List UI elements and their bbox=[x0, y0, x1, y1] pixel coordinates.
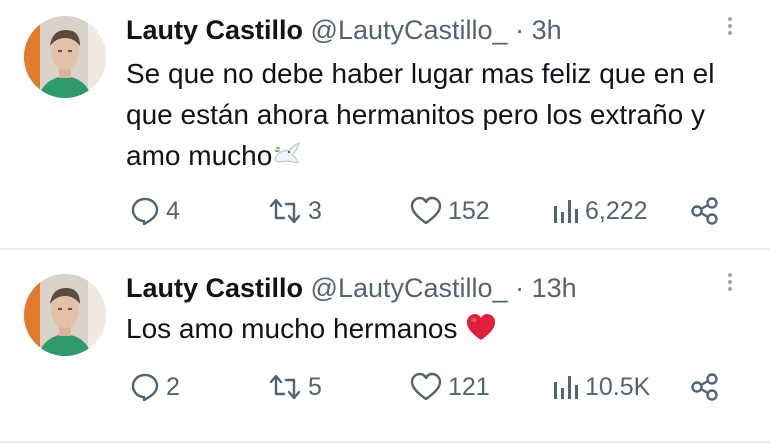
reply-icon bbox=[131, 373, 159, 402]
like-count: 121 bbox=[448, 372, 490, 401]
dove-icon bbox=[272, 139, 302, 180]
share-button[interactable] bbox=[690, 194, 720, 228]
like-button[interactable]: 152 bbox=[410, 194, 490, 228]
like-icon bbox=[410, 372, 442, 401]
like-button[interactable]: 121 bbox=[410, 370, 490, 404]
like-count: 152 bbox=[448, 196, 490, 225]
views-icon bbox=[554, 376, 578, 399]
tweet[interactable]: Lauty Castillo @LautyCastillo_ · 3h Se q… bbox=[0, 0, 770, 250]
retweet-button[interactable]: 5 bbox=[268, 370, 322, 404]
views-icon bbox=[554, 200, 578, 223]
avatar[interactable] bbox=[24, 274, 106, 356]
like-icon bbox=[410, 196, 442, 225]
separator: · bbox=[515, 273, 525, 303]
reply-count: 2 bbox=[166, 372, 180, 401]
retweet-count: 5 bbox=[308, 372, 322, 401]
share-button[interactable] bbox=[690, 370, 720, 404]
author-name[interactable]: Lauty Castillo bbox=[126, 15, 303, 45]
separator: · bbox=[515, 15, 525, 45]
action-bar: 4 3 152 6,222 bbox=[0, 194, 770, 228]
tweet-time[interactable]: 13h bbox=[532, 273, 577, 303]
retweet-icon bbox=[269, 198, 301, 224]
author-handle[interactable]: @LautyCastillo_ bbox=[311, 273, 508, 303]
action-bar: 2 5 121 10.5K bbox=[0, 370, 770, 404]
reply-icon bbox=[131, 197, 159, 226]
more-icon[interactable] bbox=[722, 14, 738, 44]
reply-button[interactable]: 4 bbox=[130, 194, 180, 228]
avatar-image bbox=[24, 16, 106, 98]
avatar-image bbox=[24, 274, 106, 356]
retweet-button[interactable]: 3 bbox=[268, 194, 322, 228]
view-count: 10.5K bbox=[585, 372, 651, 401]
tweet-text: Se que no debe haber lugar mas feliz que… bbox=[126, 53, 736, 180]
retweet-count: 3 bbox=[308, 196, 322, 225]
tweet[interactable]: Lauty Castillo @LautyCastillo_ · 13h Los… bbox=[0, 250, 770, 443]
reply-button[interactable]: 2 bbox=[130, 370, 180, 404]
tweet-text-content: Se que no debe haber lugar mas feliz que… bbox=[126, 58, 715, 171]
tweet-header: Lauty Castillo @LautyCastillo_ · 13h bbox=[126, 272, 577, 304]
more-icon[interactable] bbox=[722, 270, 738, 300]
tweet-time[interactable]: 3h bbox=[532, 15, 562, 45]
reply-count: 4 bbox=[166, 196, 180, 225]
author-handle[interactable]: @LautyCastillo_ bbox=[311, 15, 508, 45]
retweet-icon bbox=[269, 374, 301, 400]
avatar[interactable] bbox=[24, 16, 106, 98]
author-name[interactable]: Lauty Castillo bbox=[126, 273, 303, 303]
views-button[interactable]: 10.5K bbox=[551, 370, 650, 404]
views-button[interactable]: 6,222 bbox=[551, 194, 648, 228]
tweet-header: Lauty Castillo @LautyCastillo_ · 3h bbox=[126, 14, 562, 46]
share-icon bbox=[691, 373, 718, 401]
tweet-text: Los amo mucho hermanos bbox=[126, 308, 736, 353]
red-heart-icon bbox=[465, 312, 497, 353]
tweet-text-content: Los amo mucho hermanos bbox=[126, 313, 458, 344]
share-icon bbox=[691, 197, 718, 225]
view-count: 6,222 bbox=[585, 196, 648, 225]
